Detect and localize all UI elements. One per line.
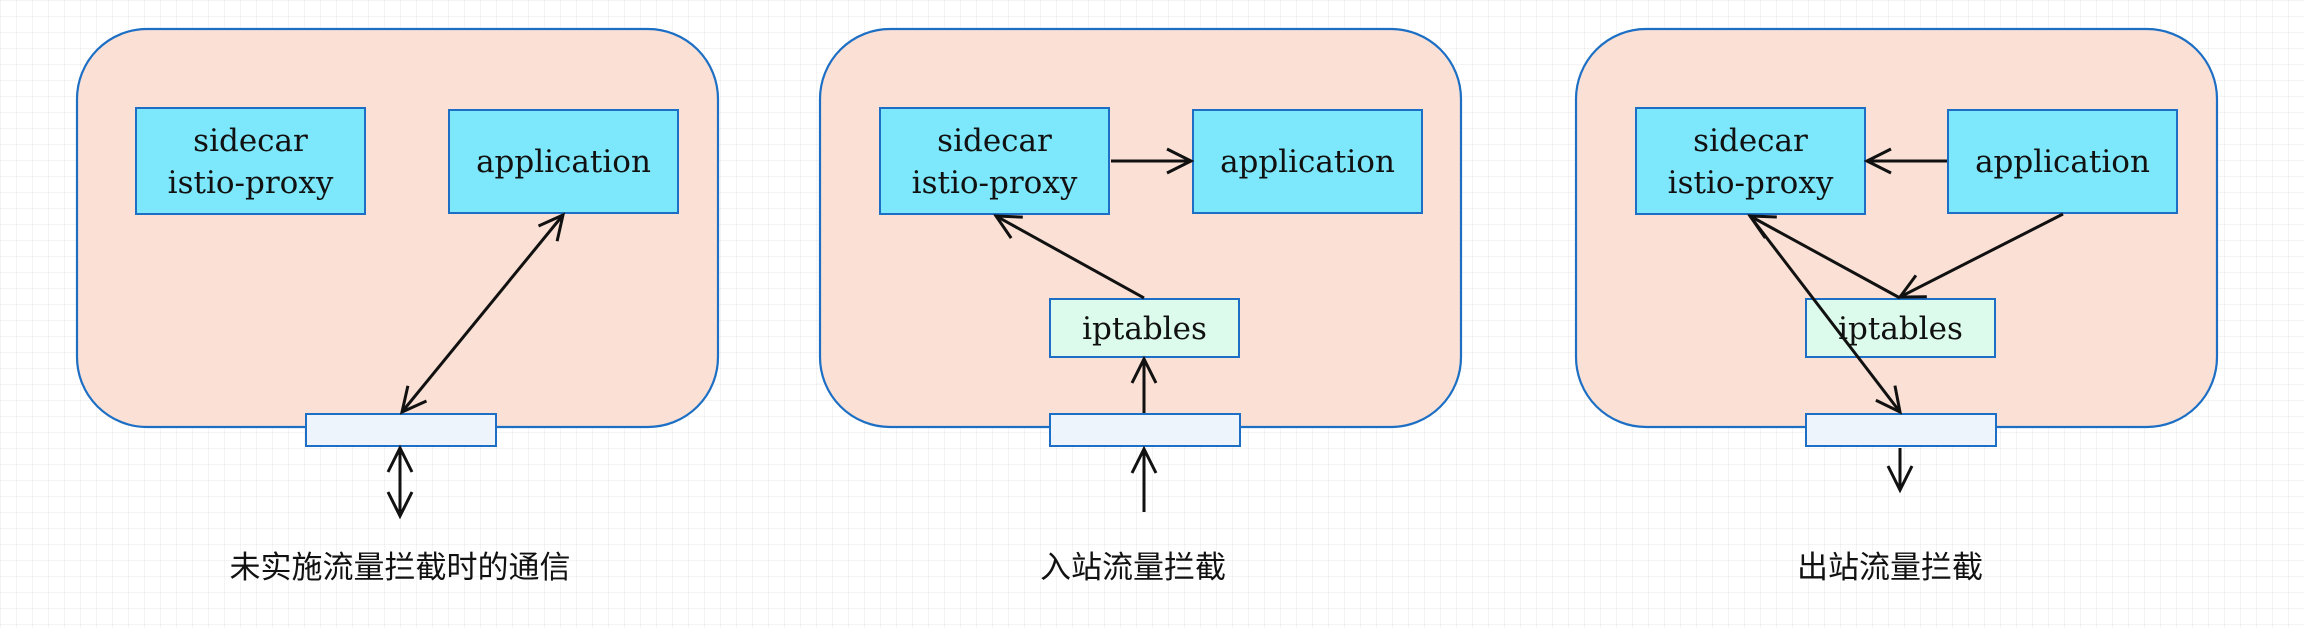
sidecar-box[interactable]: sidecar istio-proxy: [1635, 107, 1866, 215]
panel-no-interception: sidecar istio-proxy application 未实施流量拦截时…: [75, 27, 720, 586]
traffic-interception-diagram: sidecar istio-proxy application 未实施流量拦截时…: [75, 27, 2219, 586]
sidecar-label: sidecar: [937, 123, 1052, 159]
panel-outbound-interception: sidecar istio-proxy application iptables…: [1574, 27, 2219, 586]
application-label: application: [1220, 144, 1395, 180]
istio-proxy-label: istio-proxy: [1668, 165, 1834, 201]
port-box[interactable]: [1805, 413, 1997, 447]
panel-inbound-interception: sidecar istio-proxy application iptables…: [818, 27, 1463, 586]
sidecar-box[interactable]: sidecar istio-proxy: [879, 107, 1110, 215]
pod-container: [818, 27, 1463, 429]
iptables-box[interactable]: iptables: [1049, 298, 1240, 358]
pod-container: [1574, 27, 2219, 429]
application-box[interactable]: application: [1192, 109, 1423, 214]
sidecar-label: sidecar: [193, 123, 308, 159]
iptables-label: iptables: [1838, 311, 1963, 347]
istio-proxy-label: istio-proxy: [168, 165, 334, 201]
pod-container: [75, 27, 720, 429]
application-box[interactable]: application: [1947, 109, 2178, 214]
application-box[interactable]: application: [448, 109, 679, 214]
application-label: application: [1975, 144, 2150, 180]
caption: 出站流量拦截: [1797, 550, 1983, 586]
sidecar-label: sidecar: [1693, 123, 1808, 159]
sidecar-box[interactable]: sidecar istio-proxy: [135, 107, 366, 215]
iptables-label: iptables: [1082, 311, 1207, 347]
caption: 未实施流量拦截时的通信: [230, 550, 571, 586]
application-label: application: [476, 144, 651, 180]
istio-proxy-label: istio-proxy: [912, 165, 1078, 201]
port-box[interactable]: [1049, 413, 1241, 447]
port-box[interactable]: [305, 413, 497, 447]
caption: 入站流量拦截: [1040, 550, 1226, 586]
